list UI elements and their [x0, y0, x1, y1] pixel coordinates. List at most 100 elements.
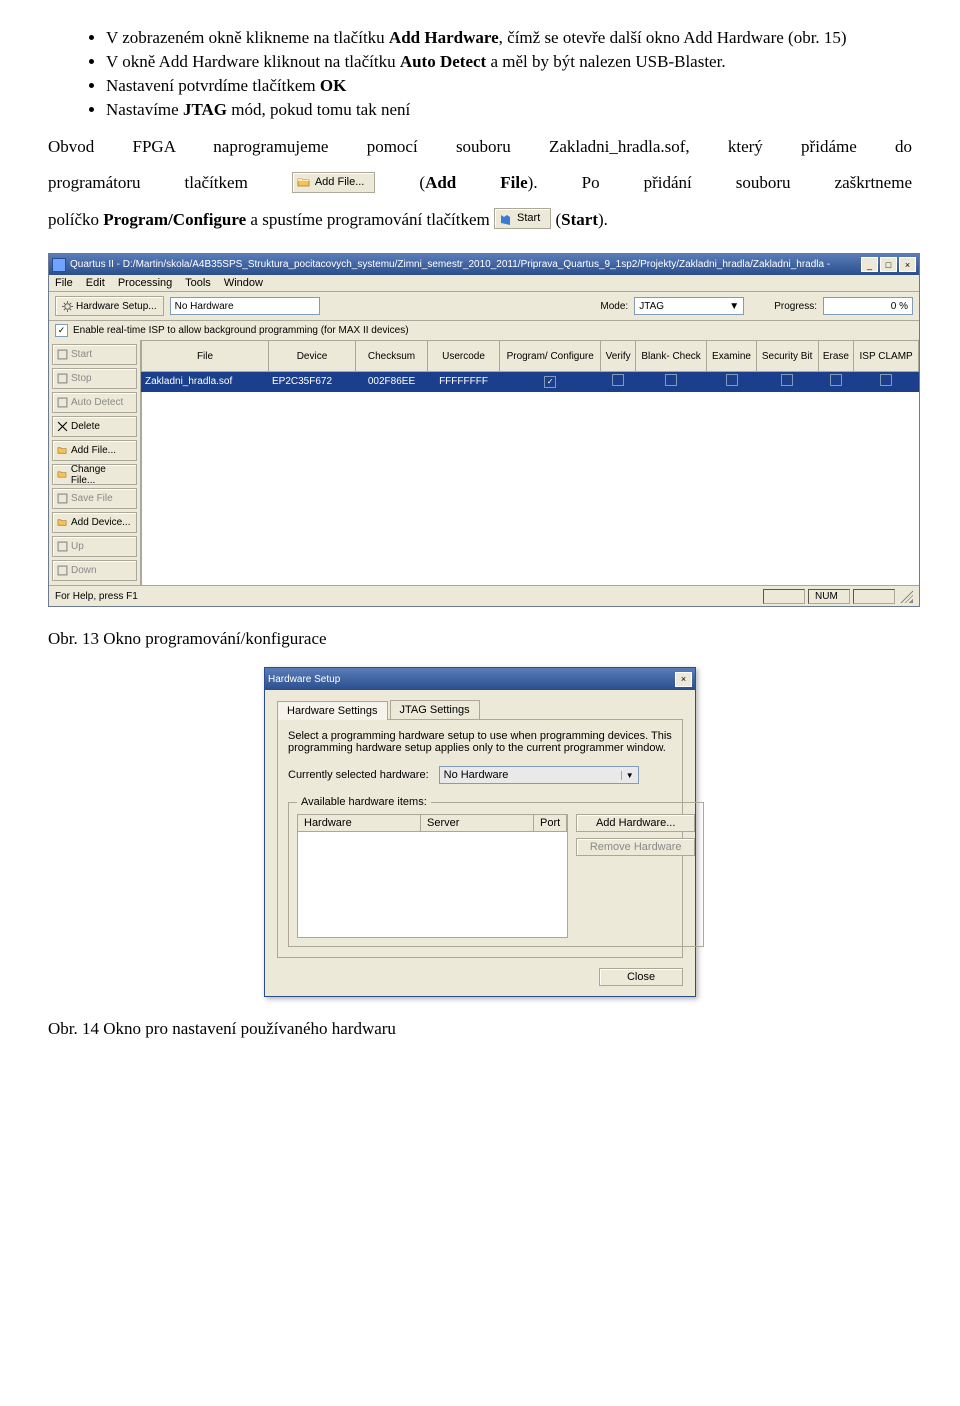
hardware-setup-button[interactable]: Hardware Setup... [55, 296, 164, 316]
toolbar: Hardware Setup... No Hardware Mode: JTAG… [49, 292, 919, 321]
col-header: Examine [707, 341, 756, 372]
hardware-list-header: Hardware Server Port [297, 814, 568, 832]
chevron-down-icon: ▼ [729, 301, 739, 312]
col-hardware: Hardware [298, 815, 421, 831]
col-header: ISP CLAMP [854, 341, 919, 372]
tabs: Hardware Settings JTAG Settings [277, 700, 683, 720]
realtime-isp-checkbox[interactable]: ✓ [55, 324, 68, 337]
dialog-title: Hardware Setup [268, 674, 340, 685]
cell-verify [601, 372, 635, 392]
realtime-isp-row: ✓ Enable real-time ISP to allow backgrou… [49, 321, 919, 340]
cell-examine [707, 372, 756, 392]
hardware-setup-label: Hardware Setup... [76, 301, 157, 312]
side-auto-detect-button[interactable]: Auto Detect [52, 392, 137, 413]
current-hardware-value: No Hardware [444, 769, 509, 781]
programmer-window: Quartus II - D:/Martin/skola/A4B35SPS_St… [48, 253, 920, 607]
add-hardware-button[interactable]: Add Hardware... [576, 814, 695, 832]
hardware-setup-dialog: Hardware Setup × Hardware Settings JTAG … [264, 667, 696, 997]
start-icon [499, 213, 513, 225]
gear-icon [62, 301, 73, 312]
table-row[interactable]: Zakladni_hradla.sof EP2C35F672 002F86EE … [142, 372, 919, 392]
side-up-button[interactable]: Up [52, 536, 137, 557]
remove-hardware-button[interactable]: Remove Hardware [576, 838, 695, 856]
examine-checkbox[interactable] [726, 374, 738, 386]
side-add-device-button[interactable]: Add Device... [52, 512, 137, 533]
col-header: Checksum [356, 341, 428, 372]
cell-usercode: FFFFFFFF [428, 372, 500, 392]
side-change-file-button[interactable]: Change File... [52, 464, 137, 485]
cell-device: EP2C35F672 [269, 372, 356, 392]
progress-label: Progress: [774, 301, 817, 312]
available-hardware-group: Available hardware items: Hardware Serve… [288, 796, 704, 947]
col-header: Security Bit [756, 341, 818, 372]
tab-jtag-settings[interactable]: JTAG Settings [390, 700, 480, 719]
add-file-inline-label: Add File... [315, 174, 365, 191]
side-save-file-button[interactable]: Save File [52, 488, 137, 509]
col-server: Server [421, 815, 534, 831]
realtime-isp-label: Enable real-time ISP to allow background… [73, 325, 409, 336]
security-checkbox[interactable] [781, 374, 793, 386]
close-button[interactable]: Close [599, 968, 683, 986]
statusbar: For Help, press F1 NUM [49, 585, 919, 606]
side-stop-button[interactable]: Stop [52, 368, 137, 389]
minimize-button[interactable]: _ [861, 257, 878, 272]
erase-checkbox[interactable] [830, 374, 842, 386]
status-box [763, 589, 805, 604]
paragraph: políčko Program/Configure a spustíme pro… [48, 207, 912, 233]
dialog-description: Select a programming hardware setup to u… [288, 730, 672, 754]
cell-checksum: 002F86EE [356, 372, 428, 392]
col-header: Device [269, 341, 356, 372]
maximize-button[interactable]: □ [880, 257, 897, 272]
app-icon [52, 258, 66, 272]
cell-file: Zakladni_hradla.sof [142, 372, 269, 392]
program-checkbox[interactable]: ✓ [544, 376, 556, 388]
menu-edit[interactable]: Edit [86, 277, 105, 289]
side-start-button[interactable]: Start [52, 344, 137, 365]
start-inline-button[interactable]: Start [494, 208, 551, 229]
menu-window[interactable]: Window [224, 277, 263, 289]
file-grid: FileDeviceChecksumUsercodeProgram/ Confi… [141, 340, 919, 392]
side-delete-button[interactable]: Delete [52, 416, 137, 437]
col-header: Program/ Configure [500, 341, 601, 372]
blank-checkbox[interactable] [665, 374, 677, 386]
close-button[interactable]: × [899, 257, 916, 272]
bullet-list: V zobrazeném okně klikneme na tlačítku A… [48, 28, 912, 120]
verify-checkbox[interactable] [612, 374, 624, 386]
col-port: Port [534, 815, 567, 831]
add-file-inline-button[interactable]: Add File... [292, 172, 376, 193]
cell-security [756, 372, 818, 392]
col-header: Usercode [428, 341, 500, 372]
col-header: Erase [818, 341, 854, 372]
menubar: File Edit Processing Tools Window [49, 275, 919, 292]
menu-tools[interactable]: Tools [185, 277, 211, 289]
side-add-file-button[interactable]: Add File... [52, 440, 137, 461]
bullet-item: V zobrazeném okně klikneme na tlačítku A… [106, 28, 912, 48]
current-hardware-dropdown[interactable]: No Hardware ▼ [439, 766, 639, 784]
isp-checkbox[interactable] [880, 374, 892, 386]
side-down-button[interactable]: Down [52, 560, 137, 581]
mode-value: JTAG [639, 301, 664, 312]
menu-file[interactable]: File [55, 277, 73, 289]
hardware-list[interactable] [297, 832, 568, 938]
bullet-item: V okně Add Hardware kliknout na tlačítku… [106, 52, 912, 72]
mode-dropdown[interactable]: JTAG ▼ [634, 297, 744, 315]
progress-box: 0 % [823, 297, 913, 315]
paragraph: programátoru tlačítkem Add File... (Add … [48, 170, 912, 196]
dialog-titlebar: Hardware Setup × [265, 668, 695, 690]
side-panel: Start Stop Auto Detect Delete Add File... Cha… [49, 340, 141, 585]
cell-blank [635, 372, 706, 392]
tab-hardware-settings[interactable]: Hardware Settings [277, 701, 388, 720]
paragraph: Obvod FPGA naprogramujeme pomocí souboru… [48, 134, 912, 160]
current-hardware-label: Currently selected hardware: [288, 769, 429, 781]
menu-processing[interactable]: Processing [118, 277, 172, 289]
cell-isp [854, 372, 919, 392]
resize-grip[interactable] [899, 589, 913, 603]
figure-caption-13: Obr. 13 Okno programování/konfigurace [48, 629, 912, 649]
status-text: For Help, press F1 [55, 591, 138, 602]
col-header: Blank- Check [635, 341, 706, 372]
status-num: NUM [808, 589, 850, 604]
mode-label: Mode: [600, 301, 628, 312]
chevron-down-icon: ▼ [621, 771, 634, 780]
group-legend: Available hardware items: [297, 796, 431, 808]
dialog-close-button[interactable]: × [675, 672, 692, 687]
